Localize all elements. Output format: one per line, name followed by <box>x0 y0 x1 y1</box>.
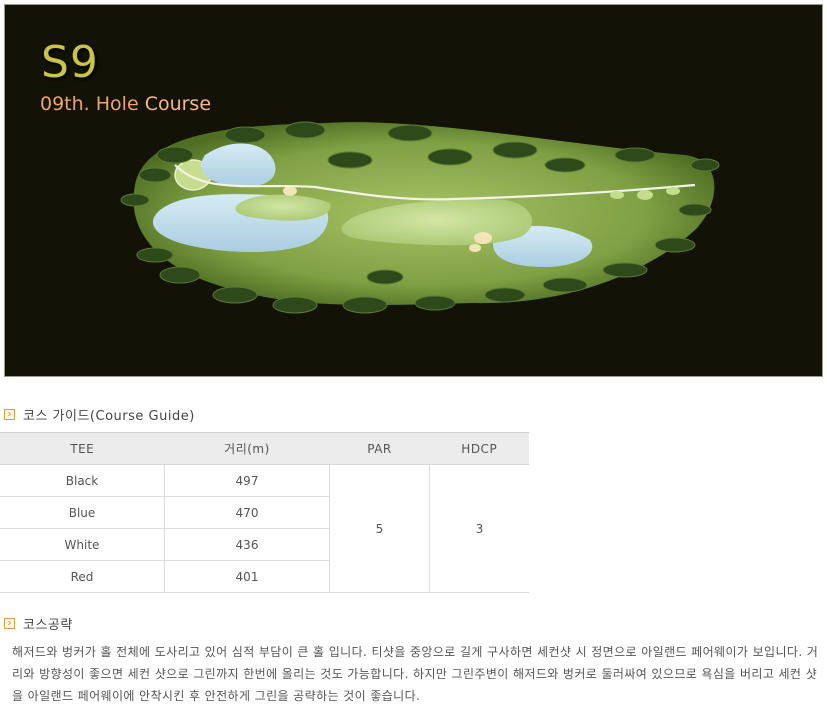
hole-code: S9 <box>41 37 99 88</box>
par-cell: 5 <box>329 464 430 593</box>
distance-cell: 436 <box>164 528 330 561</box>
tee-box-3 <box>666 187 680 195</box>
course-strategy-heading: › 코스공략 <box>4 614 73 633</box>
hole-title: 09th. Hole Course <box>40 93 211 115</box>
course-strategy-text: 해저드와 벙커가 홀 전체에 도사리고 있어 심적 부담이 큰 홀 입니다. 티… <box>12 645 819 703</box>
distance-cell: 497 <box>164 464 330 497</box>
course-illustration <box>120 121 720 314</box>
table-header-row: TEE 거리(m) PAR HDCP <box>0 432 529 465</box>
tee-box-1 <box>610 191 624 199</box>
column-header-tee: TEE <box>0 432 165 465</box>
course-guide-heading: › 코스 가이드(Course Guide) <box>4 405 195 424</box>
course-guide-title: 코스 가이드(Course Guide) <box>23 409 195 424</box>
bunker-2 <box>474 232 492 244</box>
hole-course-text: Course <box>144 93 212 115</box>
tee-cell: White <box>0 528 165 561</box>
distance-cell: 470 <box>164 496 330 529</box>
column-header-hdcp: HDCP <box>429 432 529 465</box>
arrow-right-icon: › <box>4 618 15 629</box>
course-guide-table: TEE 거리(m) PAR HDCP Black 497 5 3 Blue 47… <box>0 432 529 593</box>
bunker-1 <box>283 186 297 196</box>
tee-box-2 <box>637 190 653 200</box>
hole-number-text: 09th. Hole <box>40 93 139 115</box>
hdcp-cell: 3 <box>429 464 529 593</box>
tee-cell: Black <box>0 464 165 497</box>
arrow-right-icon: › <box>4 409 15 420</box>
distance-cell: 401 <box>164 560 330 593</box>
course-strategy-title: 코스공략 <box>23 618 73 633</box>
course-map-image: S9 09th. Hole Course <box>4 4 823 377</box>
column-header-distance: 거리(m) <box>164 432 330 465</box>
column-header-par: PAR <box>329 432 430 465</box>
bunker-3 <box>469 244 481 252</box>
table-row: Black 497 5 3 <box>0 464 529 593</box>
tee-cell: Blue <box>0 496 165 529</box>
tee-cell: Red <box>0 560 165 593</box>
